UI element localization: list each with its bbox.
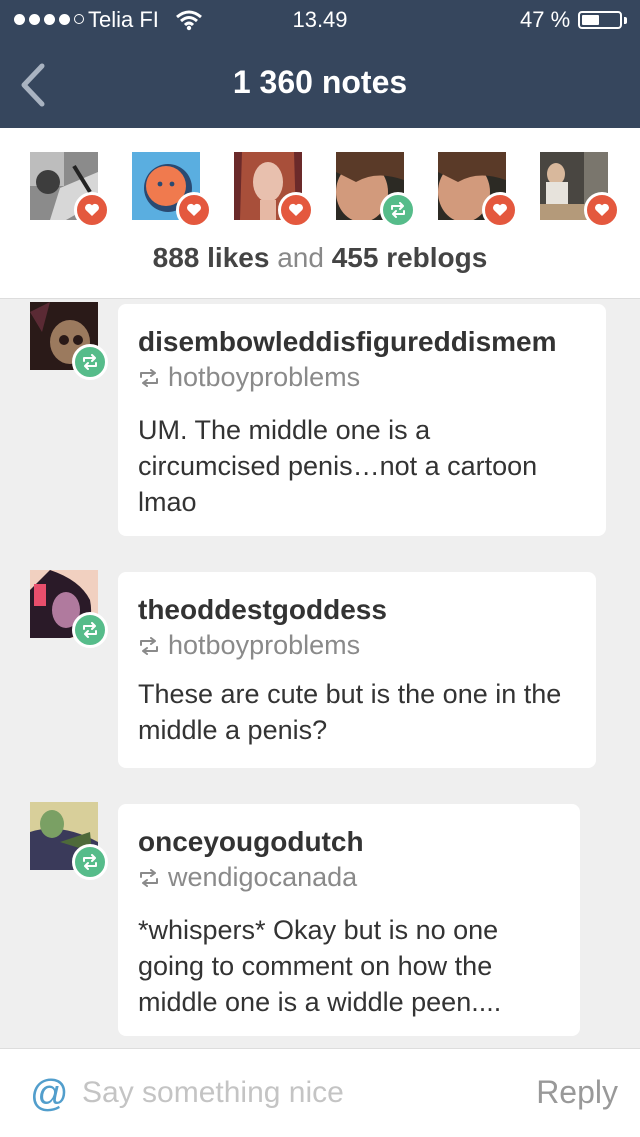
note-username[interactable]: disembowleddisfigureddismem xyxy=(138,326,557,358)
heart-badge-icon xyxy=(74,192,110,228)
reblog-badge-icon xyxy=(72,344,108,380)
reblogged-from[interactable]: hotboyproblems xyxy=(138,362,360,393)
likes-reblogs-count: 888 likes and 455 reblogs xyxy=(152,242,488,273)
battery-percentage: 47 % xyxy=(520,7,571,32)
reblog-badge-icon xyxy=(72,844,108,880)
reblogged-from[interactable]: hotboyproblems xyxy=(138,630,360,661)
reply-input[interactable]: Say something nice xyxy=(82,1076,344,1110)
note-card[interactable]: theoddestgoddess hotboyproblems These ar… xyxy=(118,572,596,768)
reblog-badge-icon xyxy=(72,612,108,648)
note-text: *whispers* Okay but is no one going to c… xyxy=(138,915,502,1017)
note-username[interactable]: onceyougodutch xyxy=(138,826,364,858)
at-mention-icon[interactable]: @ xyxy=(30,1073,69,1116)
note-username[interactable]: theoddestgoddess xyxy=(138,594,387,626)
heart-badge-icon xyxy=(278,192,314,228)
reblog-icon xyxy=(140,368,158,387)
navigation-bar: Telia FI 13.49 47 % 1 360 notes xyxy=(0,0,640,128)
note-card[interactable]: disembowleddisfigureddismem hotboyproble… xyxy=(118,304,606,536)
battery-icon xyxy=(578,11,622,29)
page-title: 1 360 notes xyxy=(232,64,408,100)
reply-button[interactable]: Reply xyxy=(536,1074,618,1111)
engagement-summary: 888 likes and 455 reblogs xyxy=(0,128,640,299)
likes-count[interactable]: 888 likes xyxy=(153,242,270,273)
reblog-icon xyxy=(140,636,158,655)
reblogs-count[interactable]: 455 reblogs xyxy=(332,242,488,273)
note-text: UM. The middle one is a circumcised peni… xyxy=(138,415,538,517)
heart-badge-icon xyxy=(482,192,518,228)
status-bar: Telia FI 13.49 47 % xyxy=(0,0,640,40)
reblog-icon xyxy=(140,868,158,887)
heart-badge-icon xyxy=(584,192,620,228)
note-card[interactable]: onceyougodutch wendigocanada *whispers* … xyxy=(118,804,580,1036)
reply-composer: @ Say something nice Reply xyxy=(0,1048,640,1137)
reblogged-from[interactable]: wendigocanada xyxy=(138,862,357,893)
reblog-badge-icon xyxy=(380,192,416,228)
note-text: These are cute but is the one in the mid… xyxy=(138,679,562,745)
heart-badge-icon xyxy=(176,192,212,228)
